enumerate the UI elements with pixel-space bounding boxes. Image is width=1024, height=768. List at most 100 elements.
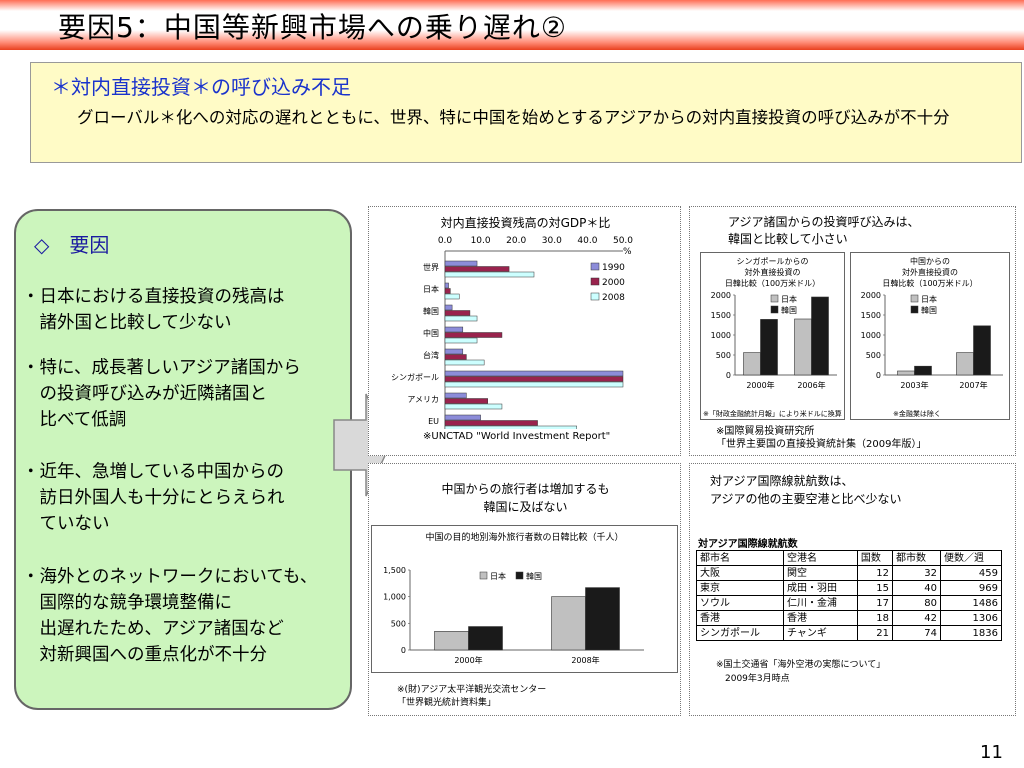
table-cell: 東京 [696, 580, 784, 596]
china-invest-bar-chart: 0 500 1000 1500 2000 2003年 2007年 日本韓国 [861, 291, 1003, 390]
singapore-legend-swatch [770, 305, 779, 314]
fdi-bar [444, 370, 624, 377]
table-cell: 成田・羽田 [782, 580, 858, 596]
fdi-legend-label: 1990 [602, 263, 625, 273]
tourist-bar-chart: 0 500 1,000 1,500 2000年 2008年 日本 韓国 [383, 566, 644, 665]
page-title: 要因5：中国等新興市場への乗り遅れ② [58, 11, 567, 44]
fdi-panel: 対内直接投資残高の対GDP＊比 % 0.0 10.0 20.0 30.0 40.0 50.… [368, 206, 681, 456]
tourist-panel: 中国からの旅行者は増加するも 韓国に及ばない 中国の目的地別海外旅行者数の日韓比… [368, 463, 681, 716]
table-cell: 香港 [696, 610, 784, 626]
routes-heading: 対アジア国際線就航数は、 アジアの他の主要空港と比べ少ない [710, 474, 902, 506]
factors-panel: ◇ 要因 ・日本における直接投資の残高は 諸外国と比較して少ない ・特に、成長著… [14, 209, 352, 710]
table-row: 大阪 関空 12 32 459 [696, 565, 1003, 581]
fdi-bar [444, 398, 488, 404]
table-cell: 80 [891, 595, 941, 611]
table-header-cell: 都市数 [891, 550, 941, 566]
table-row: シンガポール チャンギ 21 74 1836 [696, 625, 1003, 641]
china-invest-legend-swatch [910, 305, 919, 314]
table-cell: 459 [939, 565, 1003, 581]
singapore-chart-box: シンガポールからの 対外直接投資の 日韓比較（100万米ドル） 0 500 1000… [700, 252, 845, 420]
table-cell: 1836 [939, 625, 1003, 641]
asia-investment-source-note: ※国際貿易投資研究所 「世界主要国の直接投資統計集（2009年版）」 [716, 426, 927, 450]
singapore-bar [811, 296, 829, 376]
fdi-bar [444, 260, 478, 267]
fdi-bar [444, 354, 467, 360]
table-row: 香港 香港 18 42 1306 [696, 610, 1003, 626]
china-invest-y-tick-label: 0 [876, 371, 881, 380]
table-header-cell: 国数 [856, 550, 893, 566]
fdi-bar [444, 420, 538, 426]
singapore-chart-title: シンガポールからの 対外直接投資の 日韓比較（100万米ドル） [724, 257, 821, 288]
china-invest-y-tick-label: 1500 [861, 311, 881, 320]
fdi-source-note: ※UNCTAD "World Investment Report" [423, 431, 611, 442]
singapore-bar-chart: 0 500 1000 1500 2000 2000年 2006年 日本韓国 [711, 291, 837, 390]
table-header-row: 都市名 空港名 国数 都市数 便数／週 [696, 550, 1003, 566]
singapore-bar [794, 318, 812, 376]
table-row: 東京 成田・羽田 15 40 969 [696, 580, 1003, 596]
fdi-category-label: アメリカ [407, 395, 439, 404]
tourist-legend-swatch [479, 571, 488, 580]
table-cell: 香港 [782, 610, 858, 626]
tourist-heading: 中国からの旅行者は増加するも 韓国に及ばない [441, 482, 610, 514]
table-cell: 74 [891, 625, 941, 641]
fdi-bar [444, 348, 464, 355]
fdi-category-label: シンガポール [391, 372, 439, 382]
table-cell: シンガポール [696, 625, 784, 641]
factor-item: ・近年、急増している中国からの 訪日外国人も十分にとらえられ ていない [22, 462, 285, 534]
china-invest-chart-footnote: ※金融業は除く [893, 410, 941, 418]
singapore-legend-label: 日本 [781, 294, 797, 304]
table-header-cell: 便数／週 [939, 550, 1003, 566]
fdi-bar [444, 271, 535, 278]
title-bar: 要因5：中国等新興市場への乗り遅れ② [0, 0, 1024, 50]
summary-box: ＊対内直接投資＊の呼び込み不足 グローバル＊化への対応の遅れとともに、世界、特に… [30, 62, 1022, 163]
china-invest-bar [914, 365, 932, 376]
fdi-bar [444, 332, 503, 338]
tourist-y-tick-label: 0 [401, 646, 406, 655]
table-cell: 12 [856, 565, 893, 581]
singapore-category-label: 2000年 [746, 380, 774, 390]
table-cell: 32 [891, 565, 941, 581]
table-header-cell: 空港名 [782, 550, 858, 566]
china-invest-legend-swatch [910, 294, 919, 303]
table-cell: 仁川・金浦 [782, 595, 858, 611]
fdi-x-tick-label: 50.0 [613, 236, 633, 246]
tourist-bar [585, 587, 620, 651]
fdi-bar [444, 359, 485, 366]
china-invest-bar [973, 325, 991, 376]
table-cell: 18 [856, 610, 893, 626]
tourist-legend-label: 韓国 [526, 571, 542, 581]
fdi-category-label: 日本 [423, 284, 439, 294]
tourist-category-label: 2008年 [571, 655, 599, 665]
singapore-chart-footnote: ※「財政金融統計月報」により米ドルに換算 [703, 410, 842, 418]
table-cell: 1486 [939, 595, 1003, 611]
fdi-bar [444, 392, 467, 399]
fdi-bar [444, 326, 464, 333]
china-invest-bar [956, 352, 974, 376]
china-invest-y-tick-label: 2000 [861, 291, 881, 300]
fdi-legend-swatch [590, 292, 600, 301]
fdi-bar [444, 376, 624, 382]
tourist-bar [434, 631, 469, 651]
table-cell: 15 [856, 580, 893, 596]
fdi-category-label: 世界 [423, 262, 439, 272]
fdi-x-tick-label: 0.0 [438, 236, 453, 246]
fdi-x-tick-label: 40.0 [577, 236, 597, 246]
singapore-legend-label: 韓国 [781, 305, 797, 315]
fdi-legend-swatch [590, 262, 600, 271]
singapore-y-tick-label: 2000 [711, 291, 731, 300]
tourist-bar [468, 626, 503, 651]
table-cell: チャンギ [782, 625, 858, 641]
fdi-bar [444, 304, 453, 311]
tourist-category-label: 2000年 [454, 655, 482, 665]
factor-item: ・日本における直接投資の残高は 諸外国と比較して少ない [22, 287, 285, 333]
table-cell: 40 [891, 580, 941, 596]
fdi-bar [444, 282, 449, 289]
fdi-legend-label: 2008 [602, 293, 625, 303]
factor-item: ・特に、成長著しいアジア諸国から の投資呼び込みが近隣諸国と 比べて低調 [22, 358, 301, 430]
page-number: 11 [980, 742, 1003, 763]
singapore-y-tick-label: 500 [716, 351, 731, 360]
fdi-bar [444, 266, 510, 272]
summary-heading: ＊対内直接投資＊の呼び込み不足 [51, 75, 351, 99]
fdi-bar [444, 293, 460, 300]
fdi-legend-label: 2000 [602, 278, 625, 288]
